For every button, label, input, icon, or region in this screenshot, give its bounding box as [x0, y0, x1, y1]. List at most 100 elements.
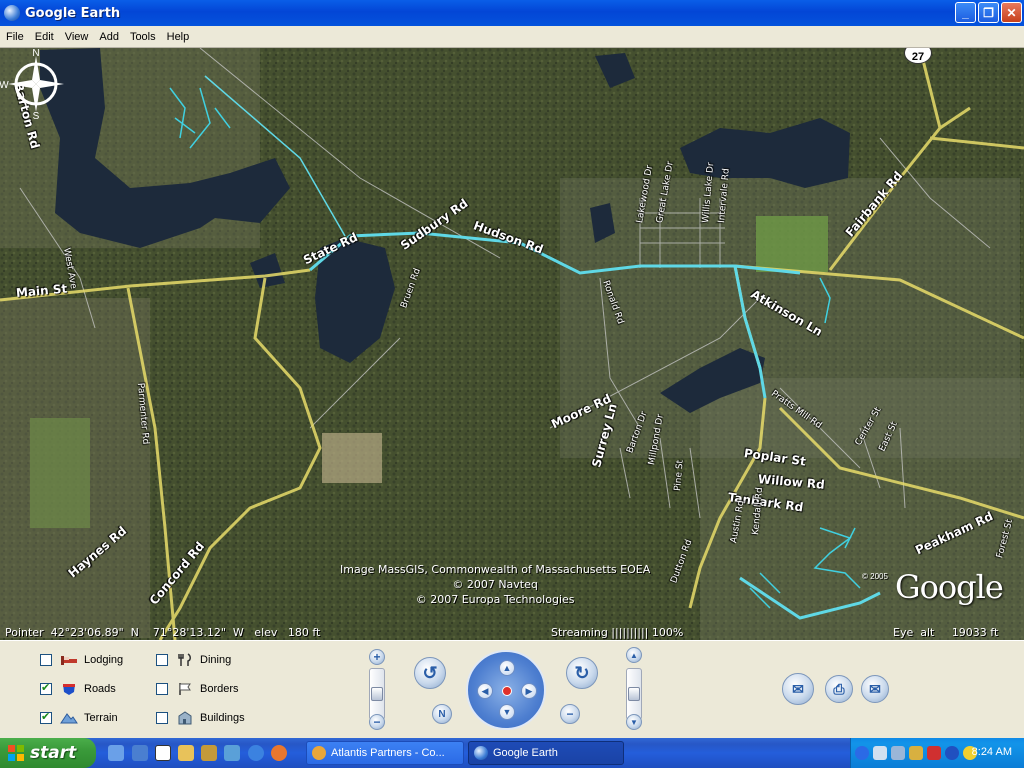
pan-down-icon[interactable]: ▼	[499, 704, 515, 720]
google-logo: Google	[895, 568, 1004, 606]
task-icon	[312, 746, 326, 760]
tilt-down-icon[interactable]: ▼	[626, 714, 642, 730]
start-button[interactable]: start	[0, 738, 96, 768]
north-reset-button[interactable]: N	[432, 704, 452, 724]
checkbox[interactable]	[40, 681, 52, 695]
email-placemark-button[interactable]: ✉	[782, 673, 814, 705]
rotate-left-button[interactable]: ↺	[414, 657, 446, 689]
layer-roads[interactable]: Roads	[40, 681, 116, 696]
imagery-credits: Image MassGIS, Commonwealth of Massachus…	[340, 562, 650, 607]
layer-lodging[interactable]: Lodging	[40, 653, 123, 667]
chevron-left-icon[interactable]	[855, 746, 869, 760]
layer-label: Buildings	[200, 712, 245, 724]
menu-file[interactable]: File	[0, 31, 29, 43]
map-view[interactable]: 27 Barton Rd West Ave Main St State Rd S…	[0, 48, 1024, 640]
pointer-coordinates: Pointer 42°23'06.89" N 71°28'13.12" W el…	[5, 626, 321, 639]
tray-icon[interactable]	[891, 746, 905, 760]
compass-n: N	[32, 48, 39, 59]
task-label: Atlantis Partners - Co...	[331, 747, 445, 759]
map-status-bar: Pointer 42°23'06.89" N 71°28'13.12" W el…	[0, 626, 1024, 640]
eye-altitude: Eye alt 19033 ft	[893, 626, 999, 639]
layer-terrain[interactable]: Terrain	[40, 710, 118, 725]
credit-line: Image MassGIS, Commonwealth of Massachus…	[340, 563, 651, 576]
taskbar: start Atlantis Partners - Co... Google E…	[0, 738, 1024, 768]
tray-icon[interactable]	[909, 746, 923, 760]
checkbox[interactable]	[156, 712, 168, 724]
zoom-in-button[interactable]: +	[369, 649, 385, 665]
layer-label: Borders	[200, 683, 239, 695]
quicklaunch-icon[interactable]	[108, 745, 124, 761]
task-google-earth[interactable]: Google Earth	[468, 741, 624, 765]
road-shield-icon	[60, 682, 78, 696]
start-label: start	[30, 743, 77, 763]
pan-up-icon[interactable]: ▲	[499, 660, 515, 676]
flag-icon	[176, 682, 194, 696]
quicklaunch-icon[interactable]	[132, 745, 148, 761]
menu-view[interactable]: View	[59, 31, 94, 43]
windows-flag-icon	[8, 745, 24, 761]
layer-label: Roads	[84, 683, 116, 695]
reset-tilt-button[interactable]: −	[560, 704, 580, 724]
credit-line: © 2007 Navteq	[452, 578, 538, 591]
nav-center-dot[interactable]	[502, 686, 512, 696]
checkbox[interactable]	[156, 654, 168, 666]
ie-icon[interactable]	[248, 745, 264, 761]
checkbox[interactable]	[156, 683, 168, 695]
quicklaunch-icon[interactable]	[201, 745, 217, 761]
copyright-2005: © 2005	[862, 572, 888, 581]
slider-thumb[interactable]	[628, 687, 640, 701]
quicklaunch-icon[interactable]	[224, 745, 240, 761]
pan-right-icon[interactable]: ▶	[521, 683, 537, 699]
shield-icon[interactable]	[927, 746, 941, 760]
layer-borders[interactable]: Borders	[156, 682, 239, 696]
minimize-button[interactable]: _	[955, 2, 976, 23]
satellite-imagery	[0, 48, 1024, 640]
google-earth-icon	[474, 746, 488, 760]
word-icon[interactable]	[155, 745, 171, 761]
system-tray: 8:24 AM	[850, 738, 1024, 768]
zoom-out-button[interactable]: −	[369, 714, 385, 730]
menu-edit[interactable]: Edit	[29, 31, 59, 43]
task-atlantis[interactable]: Atlantis Partners - Co...	[306, 741, 464, 765]
checkbox[interactable]	[40, 654, 52, 666]
fork-knife-icon	[176, 653, 194, 667]
tilt-up-icon[interactable]: ▲	[626, 647, 642, 663]
navigation-pad[interactable]: ▲ ▼ ◀ ▶	[466, 650, 546, 730]
pan-left-icon[interactable]: ◀	[477, 683, 493, 699]
slider-thumb[interactable]	[371, 687, 383, 701]
window-title: Google Earth	[25, 5, 121, 21]
layer-label: Dining	[200, 654, 232, 666]
maximize-button[interactable]: ❐	[978, 2, 999, 23]
tray-icon[interactable]	[873, 746, 887, 760]
zoom-slider[interactable]	[369, 668, 385, 720]
task-label: Google Earth	[493, 747, 558, 759]
menu-tools[interactable]: Tools	[124, 31, 161, 43]
layer-buildings[interactable]: Buildings	[156, 711, 245, 725]
email-button[interactable]: ✉	[861, 675, 889, 703]
menu-help[interactable]: Help	[161, 31, 195, 43]
credit-line: © 2007 Europa Technologies	[415, 593, 575, 606]
bluetooth-icon[interactable]	[945, 746, 959, 760]
mountain-icon	[60, 711, 78, 725]
print-button[interactable]: ⎙	[825, 675, 853, 703]
layer-dining[interactable]: Dining	[156, 653, 231, 667]
compass-w: W	[0, 80, 9, 91]
building-icon	[176, 711, 194, 725]
checkbox[interactable]	[40, 710, 52, 724]
folder-icon[interactable]	[178, 745, 194, 761]
firefox-icon[interactable]	[271, 745, 287, 761]
bed-icon	[60, 653, 78, 667]
menu-bar: File Edit View Add Tools Help	[0, 26, 1024, 48]
compass-s: S	[33, 111, 40, 120]
close-button[interactable]: ✕	[1001, 2, 1022, 23]
compass-rose-icon[interactable]: N S W	[0, 48, 72, 120]
title-bar: Google Earth _ ❐ ✕	[0, 0, 1024, 26]
rotate-right-button[interactable]: ↻	[566, 657, 598, 689]
layer-label: Lodging	[84, 654, 124, 666]
google-earth-icon	[4, 5, 20, 21]
streaming-status: Streaming |||||||||| 100%	[551, 626, 684, 639]
layer-label: Terrain	[84, 712, 118, 724]
menu-add[interactable]: Add	[93, 31, 124, 43]
tilt-slider[interactable]	[626, 668, 642, 720]
clock: 8:24 AM	[971, 746, 1012, 758]
